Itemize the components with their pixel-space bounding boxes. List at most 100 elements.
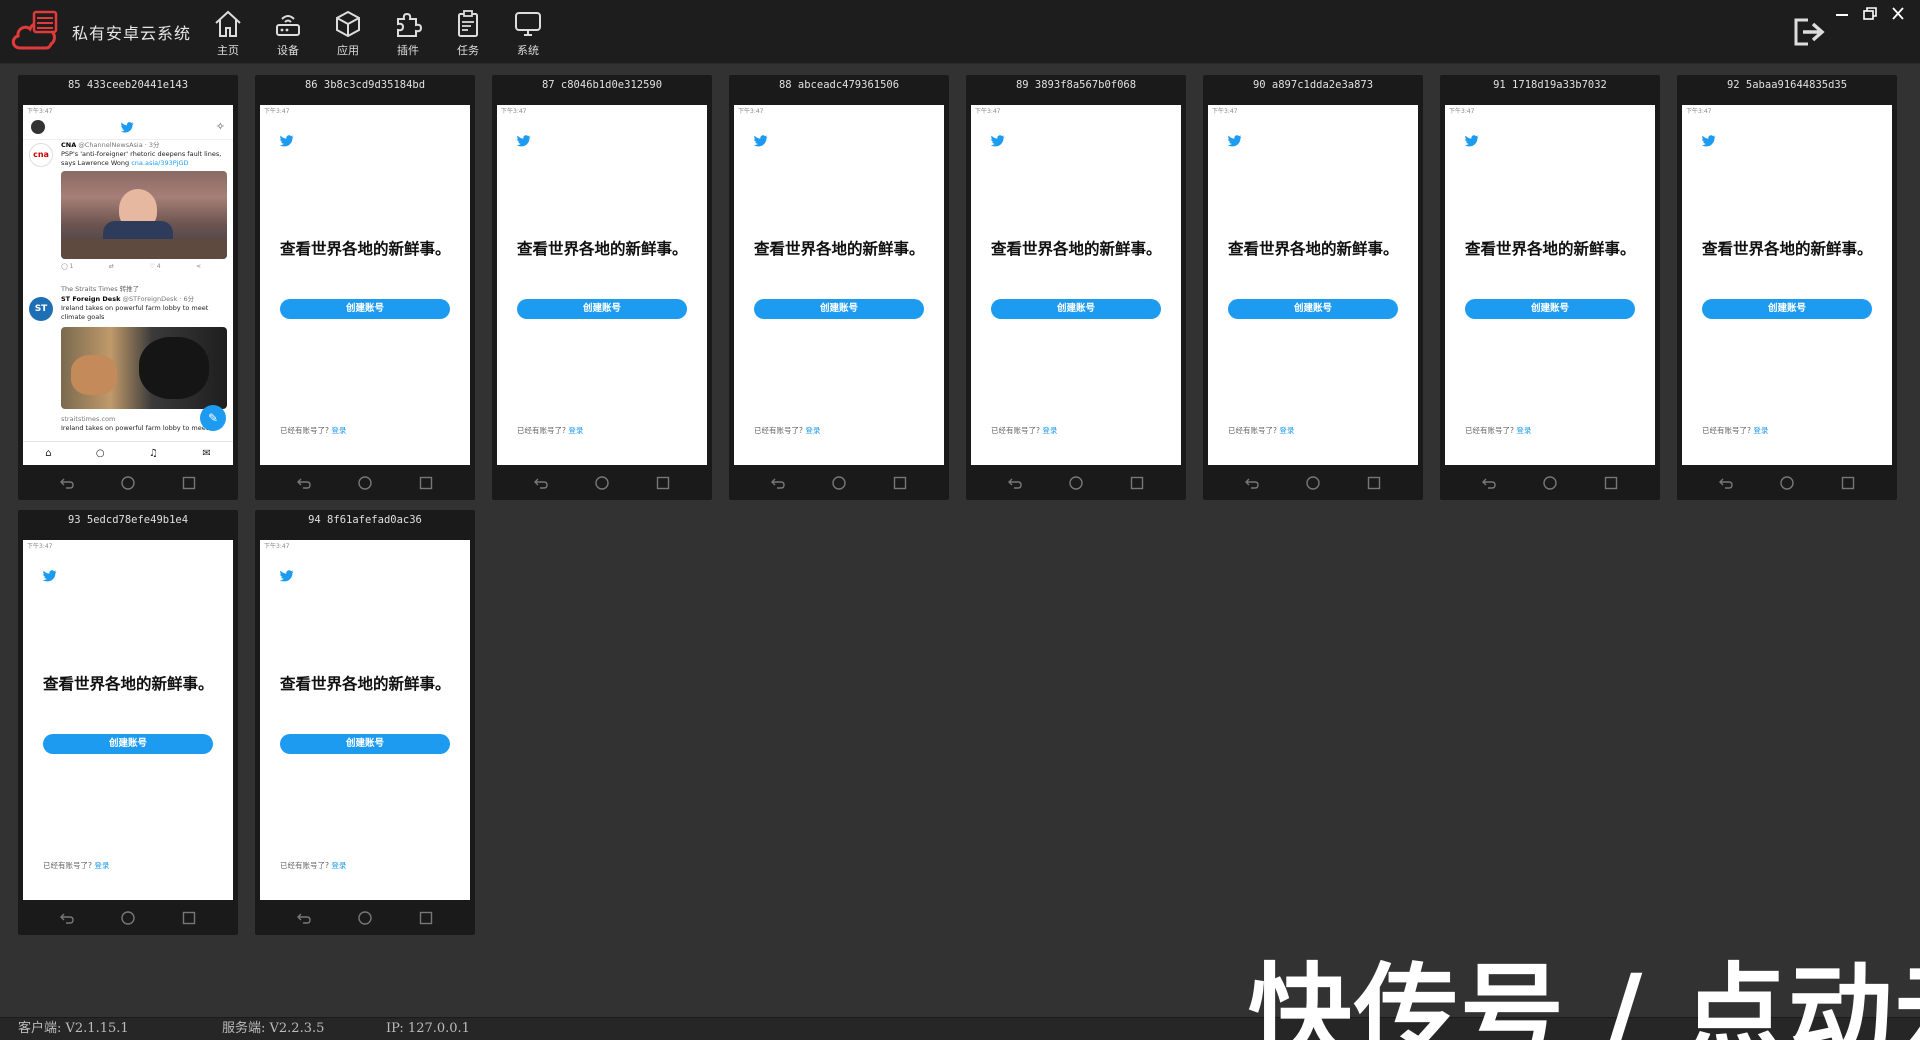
device-card[interactable]: 85 433ceeb20441e143 下午3:47 ✧ cna CNA @Ch… (18, 75, 238, 500)
create-account-button[interactable]: 创建账号 (1228, 299, 1398, 319)
home-key[interactable] (1067, 474, 1085, 492)
back-key[interactable] (769, 474, 787, 492)
home-key[interactable] (119, 909, 137, 927)
device-card[interactable]: 88 abceadc479361506 下午3:47 查看世界各地的新鲜事。 创… (729, 75, 949, 500)
device-card[interactable]: 91 1718d19a33b7032 下午3:47 查看世界各地的新鲜事。 创建… (1440, 75, 1660, 500)
create-account-button[interactable]: 创建账号 (754, 299, 924, 319)
back-key[interactable] (532, 474, 550, 492)
recents-key[interactable] (1365, 474, 1383, 492)
create-account-button[interactable]: 创建账号 (991, 299, 1161, 319)
restore-button[interactable] (1860, 6, 1880, 22)
device-card[interactable]: 90 a897c1dda2e3a873 下午3:47 查看世界各地的新鲜事。 创… (1203, 75, 1423, 500)
device-card[interactable]: 93 5edcd78efe49b1e4 下午3:47 查看世界各地的新鲜事。 创… (18, 510, 238, 935)
login-link[interactable]: 登录 (94, 861, 109, 870)
create-account-button[interactable]: 创建账号 (1702, 299, 1872, 319)
device-card[interactable]: 94 8f61afefad0ac36 下午3:47 查看世界各地的新鲜事。 创建… (255, 510, 475, 935)
nav-home[interactable]: 主页 (198, 0, 258, 64)
device-screen[interactable]: 下午3:47 ✧ cna CNA @ChannelNewsAsia · 3分 P… (23, 105, 233, 465)
login-link[interactable]: 登录 (331, 426, 346, 435)
home-key[interactable] (356, 909, 374, 927)
nav-apps[interactable]: 应用 (318, 0, 378, 64)
device-screen[interactable]: 下午3:47 查看世界各地的新鲜事。 创建账号 已经有账号了? 登录 (1682, 105, 1892, 465)
square-recents-icon (420, 476, 433, 490)
nav-tasks[interactable]: 任务 (438, 0, 498, 64)
device-card[interactable]: 89 3893f8a567b0f068 下午3:47 查看世界各地的新鲜事。 创… (966, 75, 1186, 500)
create-account-button[interactable]: 创建账号 (280, 734, 450, 754)
tab-home-icon[interactable]: ⌂ (45, 448, 51, 459)
device-title: 86 3b8c3cd9d35184bd (304, 79, 426, 91)
reply-icon[interactable]: ◯ 1 (61, 263, 73, 270)
nav-plugins[interactable]: 插件 (378, 0, 438, 64)
share-icon[interactable]: ⋖ (196, 263, 201, 270)
like-icon[interactable]: ♡ 4 (149, 263, 160, 270)
tab-search-icon[interactable]: ○ (96, 448, 105, 459)
login-link[interactable]: 登录 (1279, 426, 1294, 435)
close-icon (1892, 7, 1904, 20)
back-key[interactable] (1243, 474, 1261, 492)
device-screen[interactable]: 下午3:47 查看世界各地的新鲜事。 创建账号 已经有账号了? 登录 (23, 540, 233, 900)
logout-icon[interactable] (1792, 16, 1828, 48)
circle-home-icon (595, 476, 609, 490)
device-screen[interactable]: 下午3:47 查看世界各地的新鲜事。 创建账号 已经有账号了? 登录 (260, 540, 470, 900)
create-account-button[interactable]: 创建账号 (1465, 299, 1635, 319)
back-key[interactable] (1480, 474, 1498, 492)
back-key[interactable] (58, 909, 76, 927)
recents-key[interactable] (654, 474, 672, 492)
sparkle-icon[interactable]: ✧ (216, 120, 225, 133)
home-key[interactable] (593, 474, 611, 492)
device-screen[interactable]: 下午3:47 查看世界各地的新鲜事。 创建账号 已经有账号了? 登录 (1208, 105, 1418, 465)
create-account-button[interactable]: 创建账号 (280, 299, 450, 319)
nav-system[interactable]: 系统 (498, 0, 558, 64)
recents-key[interactable] (1602, 474, 1620, 492)
status-time: 下午3:47 (975, 108, 1001, 115)
home-key[interactable] (356, 474, 374, 492)
login-link[interactable]: 登录 (805, 426, 820, 435)
tweet[interactable]: cna CNA @ChannelNewsAsia · 3分 PSP's 'ant… (23, 141, 233, 270)
recents-key[interactable] (417, 474, 435, 492)
device-screen[interactable]: 下午3:47 查看世界各地的新鲜事。 创建账号 已经有账号了? 登录 (734, 105, 944, 465)
recents-key[interactable] (180, 909, 198, 927)
home-key[interactable] (1304, 474, 1322, 492)
back-key[interactable] (1717, 474, 1735, 492)
login-link[interactable]: 登录 (1042, 426, 1057, 435)
back-key[interactable] (295, 474, 313, 492)
tweet-link[interactable]: cna.asia/393PjGD (131, 159, 188, 167)
home-key[interactable] (1541, 474, 1559, 492)
recents-key[interactable] (1839, 474, 1857, 492)
home-key[interactable] (1778, 474, 1796, 492)
device-card[interactable]: 87 c8046b1d0e312590 下午3:47 查看世界各地的新鲜事。 创… (492, 75, 712, 500)
nav-devices[interactable]: 设备 (258, 0, 318, 64)
device-screen[interactable]: 下午3:47 查看世界各地的新鲜事。 创建账号 已经有账号了? 登录 (971, 105, 1181, 465)
back-key[interactable] (1006, 474, 1024, 492)
tweet-image[interactable] (61, 327, 227, 409)
retweet-icon[interactable]: ⇄ (109, 263, 114, 270)
login-link[interactable]: 登录 (1516, 426, 1531, 435)
login-link[interactable]: 登录 (331, 861, 346, 870)
recents-key[interactable] (891, 474, 909, 492)
tweet-image[interactable] (61, 171, 227, 259)
avatar[interactable] (31, 120, 45, 134)
recents-key[interactable] (417, 909, 435, 927)
have-account-text: 已经有账号了? (43, 861, 92, 870)
device-card[interactable]: 86 3b8c3cd9d35184bd 下午3:47 查看世界各地的新鲜事。 创… (255, 75, 475, 500)
device-screen[interactable]: 下午3:47 查看世界各地的新鲜事。 创建账号 已经有账号了? 登录 (497, 105, 707, 465)
minimize-button[interactable] (1832, 6, 1852, 22)
tab-messages-icon[interactable]: ✉ (202, 448, 210, 459)
compose-button[interactable]: ✎ (200, 405, 226, 431)
back-key[interactable] (295, 909, 313, 927)
recents-key[interactable] (180, 474, 198, 492)
device-screen[interactable]: 下午3:47 查看世界各地的新鲜事。 创建账号 已经有账号了? 登录 (260, 105, 470, 465)
create-account-button[interactable]: 创建账号 (517, 299, 687, 319)
device-screen[interactable]: 下午3:47 查看世界各地的新鲜事。 创建账号 已经有账号了? 登录 (1445, 105, 1655, 465)
create-account-button[interactable]: 创建账号 (43, 734, 213, 754)
login-link[interactable]: 登录 (568, 426, 583, 435)
recents-key[interactable] (1128, 474, 1146, 492)
back-key[interactable] (58, 474, 76, 492)
device-card[interactable]: 92 5abaa91644835d35 下午3:47 查看世界各地的新鲜事。 创… (1677, 75, 1897, 500)
home-key[interactable] (119, 474, 137, 492)
close-button[interactable] (1888, 6, 1908, 22)
home-key[interactable] (830, 474, 848, 492)
login-link[interactable]: 登录 (1753, 426, 1768, 435)
circle-home-icon (1780, 476, 1794, 490)
tab-notifications-icon[interactable]: ♫ (149, 448, 158, 459)
